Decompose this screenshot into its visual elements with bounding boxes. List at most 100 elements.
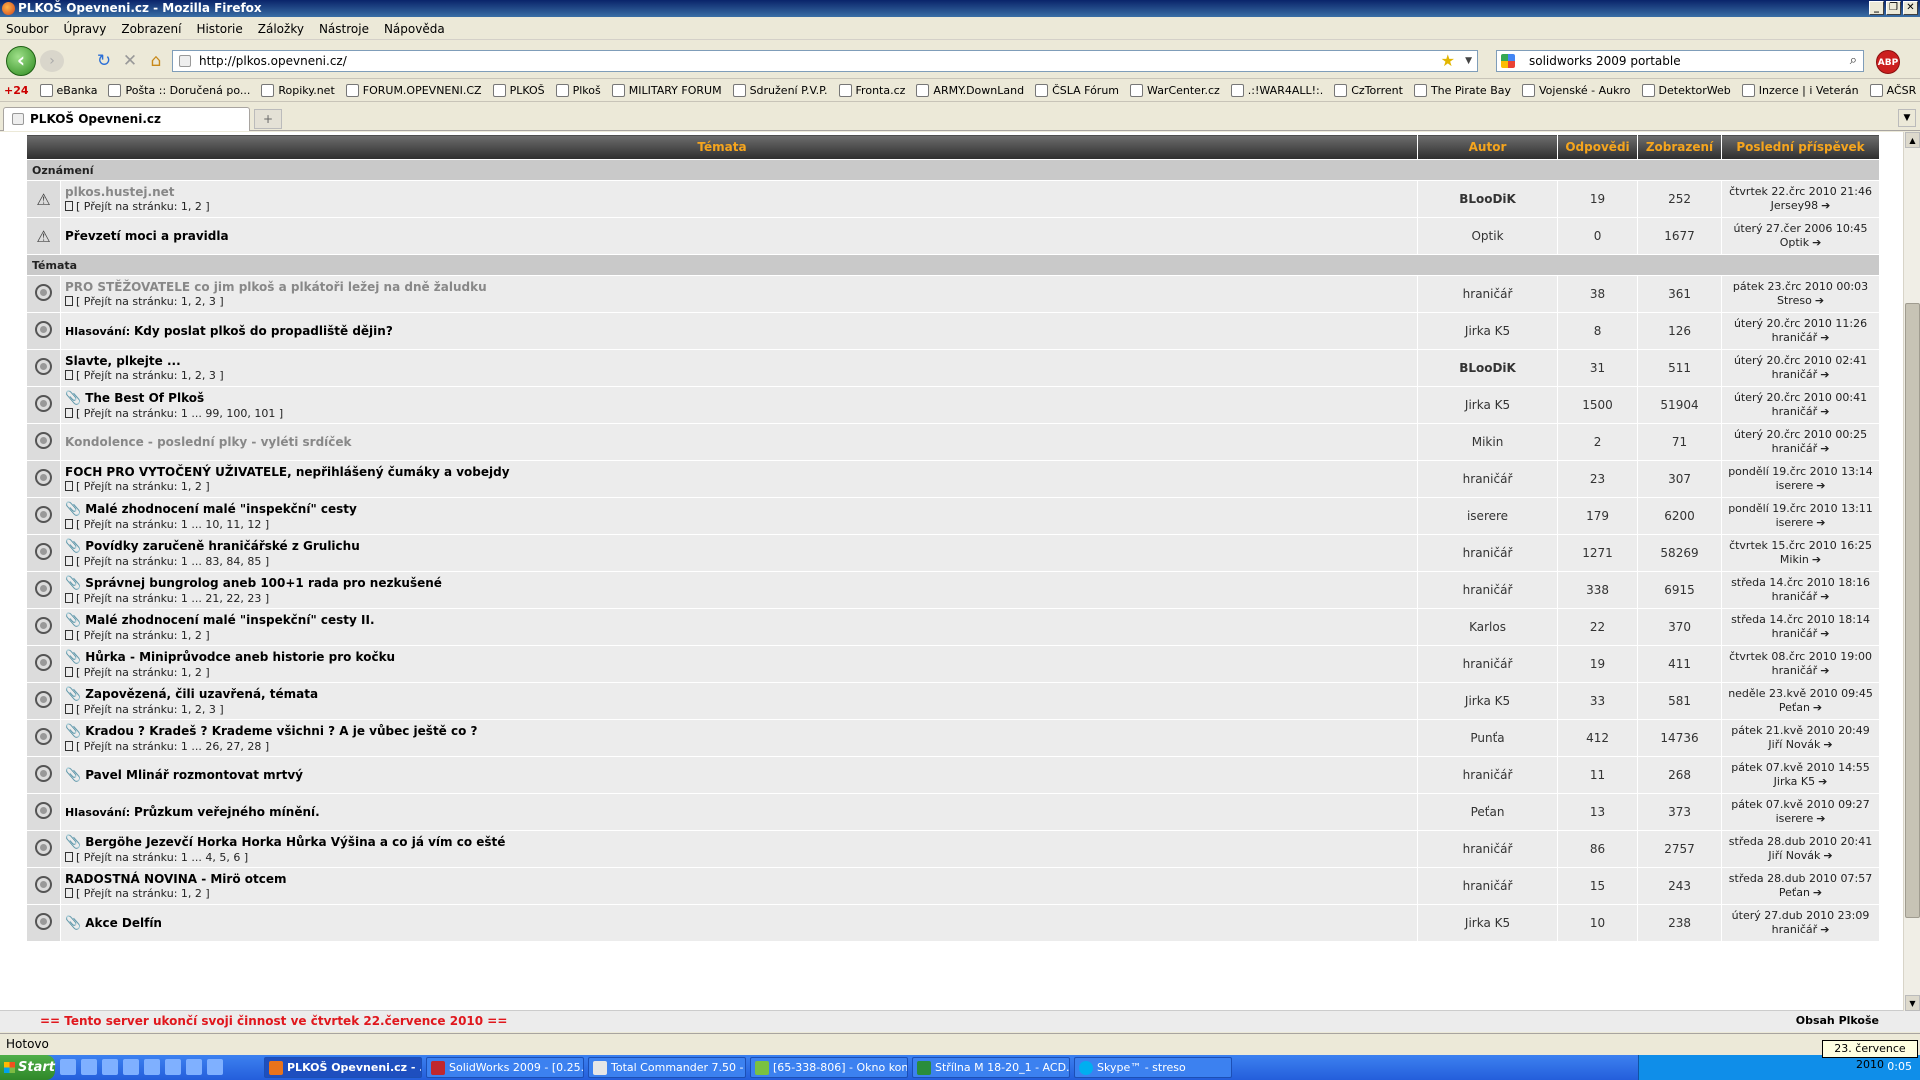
back-button[interactable]: ‹ — [6, 46, 36, 76]
goto-last-post-icon[interactable]: ➔ — [1812, 553, 1821, 567]
new-tab-button[interactable]: + — [254, 109, 282, 129]
taskbar-item-skype[interactable]: Skype™ - streso — [1074, 1057, 1232, 1078]
menu-upravy[interactable]: Úpravy — [63, 22, 106, 36]
topic-link[interactable]: Průzkum veřejného mínění. — [134, 805, 320, 819]
goto-last-post-icon[interactable]: ➔ — [1816, 516, 1825, 530]
menu-zobrazeni[interactable]: Zobrazení — [121, 22, 181, 36]
page-scrollbar[interactable]: ▲ ▼ — [1903, 132, 1920, 1011]
topic-author[interactable]: hraničář — [1417, 830, 1559, 868]
bookmark-item[interactable]: Pošta :: Doručená po... — [108, 84, 250, 97]
goto-last-post-icon[interactable]: ➔ — [1815, 294, 1824, 308]
clock[interactable]: 0:05 — [1887, 1060, 1912, 1073]
google-search-engine-icon[interactable] — [1501, 54, 1515, 68]
search-bar[interactable]: solidworks 2009 portable ⌕ — [1496, 50, 1864, 72]
last-post-author[interactable]: hraničář — [1772, 405, 1818, 418]
topic-author[interactable]: hraničář — [1417, 460, 1559, 498]
topic-link[interactable]: RADOSTNÁ NOVINA - Mirö otcem — [65, 872, 287, 886]
forward-button[interactable]: › — [40, 50, 64, 72]
last-post-author[interactable]: Jiří Novák — [1768, 738, 1820, 751]
bookmark-item[interactable]: DetektorWeb — [1641, 84, 1731, 97]
last-post-author[interactable]: hraničář — [1772, 923, 1818, 936]
topic-link[interactable]: Povídky zaručeně hraničářské z Grulichu — [85, 539, 360, 553]
last-post-author[interactable]: hraničář — [1772, 627, 1818, 640]
goto-last-post-icon[interactable]: ➔ — [1813, 701, 1822, 715]
topic-link[interactable]: PRO STĚŽOVATELE co jim plkoš a plkátoři … — [65, 280, 487, 294]
quick-launch-icon[interactable] — [165, 1059, 181, 1075]
goto-last-post-icon[interactable]: ➔ — [1820, 590, 1829, 604]
last-post-author[interactable]: hraničář — [1772, 590, 1818, 603]
topic-author[interactable]: Jirka K5 — [1417, 386, 1559, 424]
goto-last-post-icon[interactable]: ➔ — [1818, 775, 1827, 789]
topic-author[interactable]: BLooDiK — [1417, 180, 1559, 218]
tab-plkos[interactable]: PLKOŠ Opevneni.cz — [3, 107, 250, 131]
goto-last-post-icon[interactable]: ➔ — [1813, 886, 1822, 900]
last-post-author[interactable]: hraničář — [1772, 331, 1818, 344]
goto-last-post-icon[interactable]: ➔ — [1820, 664, 1829, 678]
quick-launch-icon[interactable] — [207, 1059, 223, 1075]
topic-link[interactable]: Hůrka - Miniprůvodce aneb historie pro k… — [85, 650, 395, 664]
topic-author[interactable]: Jirka K5 — [1417, 312, 1559, 350]
topic-author[interactable]: Jirka K5 — [1417, 682, 1559, 720]
bookmark-item[interactable]: +24 — [4, 84, 29, 97]
last-post-author[interactable]: Jirka K5 — [1774, 775, 1815, 788]
scroll-up-arrow-icon[interactable]: ▲ — [1905, 132, 1920, 148]
topic-link[interactable]: Kondolence - poslední plky - vyléti srdí… — [65, 435, 352, 449]
topic-link[interactable]: Kradou ? Kradeš ? Krademe všichni ? A je… — [85, 724, 477, 738]
topic-author[interactable]: Mikin — [1417, 423, 1559, 461]
bookmark-item[interactable]: Ropiky.net — [261, 84, 335, 97]
url-dropdown-icon[interactable]: ▼ — [1465, 51, 1472, 71]
last-post-author[interactable]: iserere — [1776, 479, 1814, 492]
last-post-author[interactable]: Jiří Novák — [1768, 849, 1820, 862]
minimize-button[interactable]: _ — [1869, 1, 1884, 15]
last-post-author[interactable]: Optik — [1780, 236, 1809, 249]
bookmark-item[interactable]: WarCenter.cz — [1130, 84, 1220, 97]
restore-button[interactable]: ❐ — [1886, 1, 1901, 15]
topic-link[interactable]: Bergöhe Jezevčí Horka Horka Hůrka Výšina… — [85, 835, 505, 849]
forum-contents-link[interactable]: Obsah Plkoše — [1796, 1014, 1879, 1027]
bookmark-item[interactable]: Sdružení P.V.P. — [732, 84, 828, 97]
stop-icon[interactable]: ✕ — [120, 51, 140, 71]
last-post-author[interactable]: iserere — [1776, 516, 1814, 529]
bookmark-item[interactable]: ČSLA Fórum — [1035, 84, 1119, 97]
site-identity-icon[interactable] — [179, 55, 191, 67]
reload-icon[interactable]: ↻ — [94, 51, 114, 71]
quick-launch-icon[interactable] — [81, 1059, 97, 1075]
topic-link[interactable]: plkos.hustej.net — [65, 185, 175, 199]
last-post-author[interactable]: hraničář — [1772, 368, 1818, 381]
bookmark-item[interactable]: PLKOŠ — [492, 84, 545, 97]
bookmark-item[interactable]: eBanka — [39, 84, 97, 97]
menu-historie[interactable]: Historie — [196, 22, 242, 36]
topic-author[interactable]: Karlos — [1417, 608, 1559, 646]
bookmark-item[interactable]: AČSR 1938 — [1869, 84, 1920, 97]
quick-launch-icon[interactable] — [102, 1059, 118, 1075]
bookmark-item[interactable]: Vojenské - Aukro — [1522, 84, 1631, 97]
topic-link[interactable]: Malé zhodnocení malé "inspekční" cesty I… — [85, 613, 374, 627]
topic-link[interactable]: Správnej bungrolog aneb 100+1 rada pro n… — [85, 576, 442, 590]
bookmark-item[interactable]: FORUM.OPEVNENI.CZ — [345, 84, 482, 97]
topic-link[interactable]: Pavel Mlinář rozmontovat mrtvý — [85, 768, 303, 782]
taskbar-item-chat-window[interactable]: [65-338-806] - Okno kon... — [750, 1057, 908, 1078]
bookmark-item[interactable]: Plkoš — [555, 84, 601, 97]
url-bar[interactable]: http://plkos.opevneni.cz/ ★ ▼ — [172, 50, 1478, 72]
menu-nastroje[interactable]: Nástroje — [319, 22, 369, 36]
start-button[interactable]: Start — [0, 1055, 55, 1080]
topic-author[interactable]: Punťa — [1417, 719, 1559, 757]
last-post-author[interactable]: Peťan — [1779, 701, 1810, 714]
bookmark-star-icon[interactable]: ★ — [1441, 51, 1455, 71]
topic-link[interactable]: Převzetí moci a pravidla — [65, 229, 229, 243]
last-post-author[interactable]: Peťan — [1779, 886, 1810, 899]
topic-author[interactable]: BLooDiK — [1417, 349, 1559, 387]
goto-last-post-icon[interactable]: ➔ — [1823, 849, 1832, 863]
topic-author[interactable]: hraničář — [1417, 571, 1559, 609]
last-post-author[interactable]: hraničář — [1772, 664, 1818, 677]
last-post-author[interactable]: Streso — [1777, 294, 1812, 307]
topic-author[interactable]: hraničář — [1417, 534, 1559, 572]
bookmark-item[interactable]: Fronta.cz — [838, 84, 905, 97]
quick-launch-icon[interactable] — [186, 1059, 202, 1075]
topic-link[interactable]: FOCH PRO VYTOČENÝ UŽIVATELE, nepřihlášen… — [65, 465, 510, 479]
topic-author[interactable]: iserere — [1417, 497, 1559, 535]
taskbar-item-total-commander[interactable]: Total Commander 7.50 - ... — [588, 1057, 746, 1078]
quick-launch-icon[interactable] — [123, 1059, 139, 1075]
topic-author[interactable]: Optik — [1417, 217, 1559, 255]
topic-author[interactable]: hraničář — [1417, 756, 1559, 794]
